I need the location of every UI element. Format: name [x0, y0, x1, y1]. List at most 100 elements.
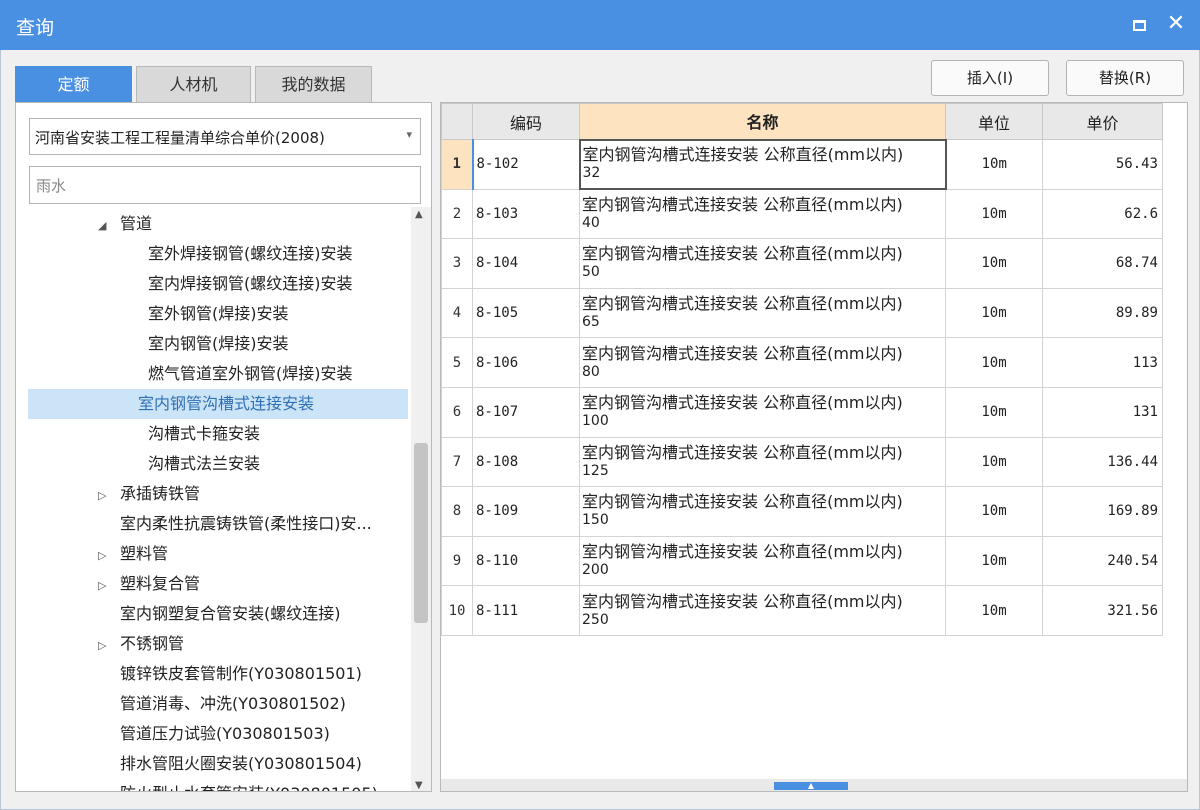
cell-code[interactable]: 8-107 [472, 386, 580, 438]
row-number: 3 [441, 238, 473, 289]
table-row[interactable]: 2 8-103 室内钢管沟槽式连接安装 公称直径(mm以内) 40 10m 62.6 [441, 188, 1163, 240]
tree-node[interactable]: ▷ 不锈钢管 [98, 629, 184, 659]
cell-code[interactable]: 8-104 [472, 238, 580, 289]
cell-price[interactable]: 131 [1042, 386, 1163, 438]
cell-price[interactable]: 240.54 [1042, 535, 1163, 587]
table-row[interactable]: 10 8-111 室内钢管沟槽式连接安装 公称直径(mm以内) 250 10m 321.5… [441, 585, 1163, 636]
cell-unit[interactable]: 10m [945, 238, 1043, 289]
cell-price[interactable]: 169.89 [1042, 486, 1163, 537]
header-unit[interactable]: 单位 [945, 103, 1043, 140]
expand-icon[interactable]: ▷ [98, 481, 120, 511]
tree-node[interactable]: ▷ 塑料管 [98, 539, 168, 569]
cell-price[interactable]: 113 [1042, 337, 1163, 388]
tree-node[interactable]: 室内焊接钢管(螺纹连接)安装 [148, 269, 353, 299]
scroll-up-icon[interactable]: ▲ [415, 209, 423, 220]
cell-name[interactable]: 室内钢管沟槽式连接安装 公称直径(mm以内) 150 [579, 486, 946, 537]
cell-unit[interactable]: 10m [945, 287, 1043, 339]
grid-horizontal-scrollbar[interactable]: ▲ [441, 779, 1187, 791]
cell-unit[interactable]: 10m [945, 386, 1043, 438]
tree-node-label: 室内焊接钢管(螺纹连接)安装 [148, 274, 353, 293]
tab-my-data[interactable]: 我的数据 [255, 66, 372, 102]
tree-node[interactable]: 防火型止水套管安装(Y030801505) [120, 779, 378, 791]
replace-button[interactable]: 替换(R) [1066, 60, 1184, 96]
cell-price[interactable]: 68.74 [1042, 238, 1163, 289]
cell-price[interactable]: 62.6 [1042, 188, 1163, 240]
tree-node[interactable]: 镀锌铁皮套管制作(Y030801501) [120, 659, 362, 689]
tree-node[interactable]: 室内钢塑复合管安装(螺纹连接) [120, 599, 341, 629]
table-row[interactable]: 7 8-108 室内钢管沟槽式连接安装 公称直径(mm以内) 125 10m 136.44 [441, 436, 1163, 488]
cell-price[interactable]: 136.44 [1042, 436, 1163, 488]
tree-node[interactable]: 室外钢管(焊接)安装 [148, 299, 289, 329]
expand-icon[interactable]: ▷ [98, 571, 120, 601]
insert-button[interactable]: 插入(I) [931, 60, 1049, 96]
tab-labor-material-machine[interactable]: 人材机 [136, 66, 251, 102]
tree-node[interactable]: 室内钢管沟槽式连接安装 [28, 389, 408, 419]
expand-icon[interactable]: ▷ [98, 541, 120, 571]
table-row[interactable]: 3 8-104 室内钢管沟槽式连接安装 公称直径(mm以内) 50 10m 68.74 [441, 238, 1163, 289]
search-input[interactable] [29, 166, 421, 204]
cell-price[interactable]: 321.56 [1042, 585, 1163, 636]
close-button[interactable]: ✕ [1163, 11, 1189, 37]
tree-node[interactable]: ◢ 管道 [98, 209, 152, 239]
header-code[interactable]: 编码 [472, 103, 580, 140]
table-row[interactable]: 1 8-102 室内钢管沟槽式连接安装 公称直径(mm以内) 32 10m 56.43 [441, 138, 1163, 191]
scroll-down-icon[interactable]: ▼ [415, 780, 423, 791]
cell-unit[interactable]: 10m [945, 585, 1043, 636]
cell-code[interactable]: 8-110 [472, 535, 580, 587]
cell-name[interactable]: 室内钢管沟槽式连接安装 公称直径(mm以内) 200 [579, 535, 946, 587]
table-row[interactable]: 6 8-107 室内钢管沟槽式连接安装 公称直径(mm以内) 100 10m 131 [441, 386, 1163, 438]
tree-node[interactable]: 燃气管道室外钢管(焊接)安装 [148, 359, 353, 389]
scrollbar-thumb[interactable] [414, 443, 428, 623]
tree-node[interactable]: ▷ 承插铸铁管 [98, 479, 200, 509]
scroll-grip-icon[interactable]: ▲ [774, 782, 848, 790]
tree-node[interactable]: 排水管阻火圈安装(Y030801504) [120, 749, 362, 779]
tree-node[interactable]: 管道压力试验(Y030801503) [120, 719, 330, 749]
tree-node-label: 室外钢管(焊接)安装 [148, 304, 289, 323]
cell-name[interactable]: 室内钢管沟槽式连接安装 公称直径(mm以内) 125 [579, 436, 946, 488]
cell-code[interactable]: 8-109 [472, 486, 580, 537]
cell-unit[interactable]: 10m [945, 436, 1043, 488]
cell-code[interactable]: 8-111 [472, 585, 580, 636]
header-price[interactable]: 单价 [1042, 103, 1163, 140]
cell-unit[interactable]: 10m [945, 139, 1043, 190]
maximize-button[interactable] [1126, 11, 1152, 37]
tab-quota[interactable]: 定额 [15, 66, 132, 102]
tree-node[interactable]: 沟槽式法兰安装 [148, 449, 260, 479]
table-row[interactable]: 9 8-110 室内钢管沟槽式连接安装 公称直径(mm以内) 200 10m 240.54 [441, 535, 1163, 587]
cell-name-text: 室内钢管沟槽式连接安装 公称直径(mm以内) [582, 294, 903, 314]
cell-name[interactable]: 室内钢管沟槽式连接安装 公称直径(mm以内) 250 [579, 585, 946, 636]
tree-node[interactable]: 室外焊接钢管(螺纹连接)安装 [148, 239, 353, 269]
cell-name[interactable]: 室内钢管沟槽式连接安装 公称直径(mm以内) 40 [579, 188, 946, 240]
corner-cell [441, 103, 473, 140]
tree-node[interactable]: 管道消毒、冲洗(Y030801502) [120, 689, 346, 719]
table-row[interactable]: 8 8-109 室内钢管沟槽式连接安装 公称直径(mm以内) 150 10m 169.89 [441, 486, 1163, 537]
cell-price[interactable]: 56.43 [1042, 139, 1163, 190]
cell-unit[interactable]: 10m [945, 188, 1043, 240]
cell-unit[interactable]: 10m [945, 486, 1043, 537]
cell-code[interactable]: 8-105 [472, 287, 580, 339]
cell-name[interactable]: 室内钢管沟槽式连接安装 公称直径(mm以内) 50 [579, 238, 946, 289]
cell-code[interactable]: 8-102 [471, 139, 580, 190]
cell-code[interactable]: 8-103 [472, 188, 580, 240]
tree-node[interactable]: ▷ 塑料复合管 [98, 569, 200, 599]
table-row[interactable]: 4 8-105 室内钢管沟槽式连接安装 公称直径(mm以内) 65 10m 89.89 [441, 287, 1163, 339]
cell-unit[interactable]: 10m [945, 337, 1043, 388]
expand-icon[interactable]: ▷ [98, 631, 120, 661]
cell-name[interactable]: 室内钢管沟槽式连接安装 公称直径(mm以内) 32 [578, 138, 947, 191]
cell-name[interactable]: 室内钢管沟槽式连接安装 公称直径(mm以内) 100 [579, 386, 946, 438]
cell-code[interactable]: 8-108 [472, 436, 580, 488]
cell-unit[interactable]: 10m [945, 535, 1043, 587]
cell-code[interactable]: 8-106 [472, 337, 580, 388]
cell-price[interactable]: 89.89 [1042, 287, 1163, 339]
tree-node[interactable]: 沟槽式卡箍安装 [148, 419, 260, 449]
collapse-icon[interactable]: ◢ [98, 211, 120, 241]
tree-node[interactable]: 室内钢管(焊接)安装 [148, 329, 289, 359]
tree-node[interactable]: 室内柔性抗震铸铁管(柔性接口)安... [120, 509, 372, 539]
cell-name-size: 150 [582, 512, 609, 529]
library-select[interactable]: 河南省安装工程工程量清单综合单价(2008) ▾ [29, 118, 421, 155]
tree-scrollbar[interactable]: ▲ ▼ [411, 207, 431, 791]
cell-name[interactable]: 室内钢管沟槽式连接安装 公称直径(mm以内) 65 [579, 287, 946, 339]
header-name[interactable]: 名称 [579, 103, 946, 140]
table-row[interactable]: 5 8-106 室内钢管沟槽式连接安装 公称直径(mm以内) 80 10m 113 [441, 337, 1163, 388]
cell-name[interactable]: 室内钢管沟槽式连接安装 公称直径(mm以内) 80 [579, 337, 946, 388]
